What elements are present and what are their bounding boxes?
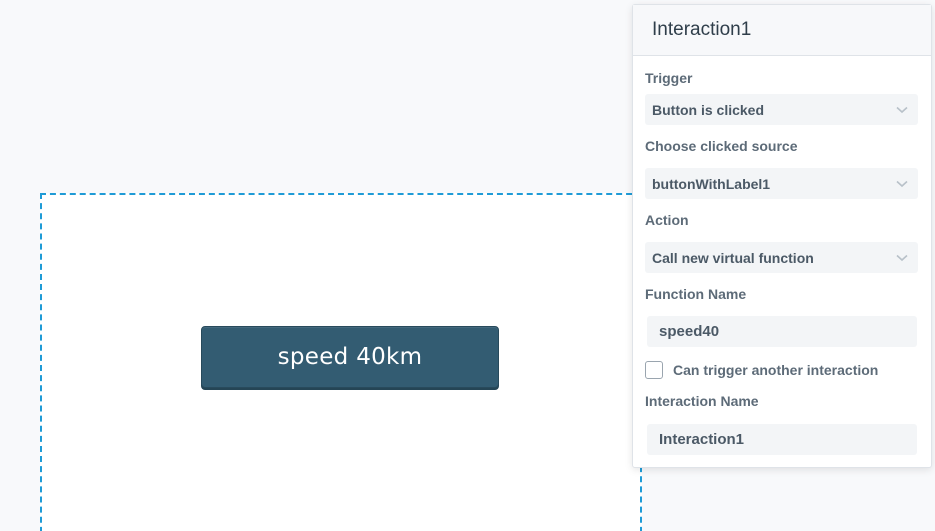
can-trigger-checkbox[interactable] (645, 361, 663, 379)
action-select[interactable]: Call new virtual function (645, 242, 918, 273)
interaction-name-input[interactable] (647, 424, 917, 455)
canvas-button-with-label[interactable]: speed 40km (201, 326, 499, 388)
action-label: Action (645, 212, 689, 228)
panel-header: Interaction1 (633, 5, 931, 56)
source-label: Choose clicked source (645, 138, 798, 154)
canvas-button-label: speed 40km (277, 344, 423, 370)
trigger-label: Trigger (645, 70, 693, 86)
chevron-down-icon (896, 106, 908, 113)
source-select[interactable]: buttonWithLabel1 (645, 168, 918, 199)
interaction-properties-panel: Interaction1 Trigger Button is clicked C… (632, 4, 932, 468)
chevron-down-icon (896, 254, 908, 261)
function-name-label: Function Name (645, 286, 747, 302)
action-select-value: Call new virtual function (652, 249, 814, 266)
source-select-value: buttonWithLabel1 (652, 175, 771, 192)
can-trigger-row[interactable]: Can trigger another interaction (645, 361, 878, 379)
panel-title[interactable]: Interaction1 (652, 19, 751, 41)
trigger-select-value: Button is clicked (652, 101, 765, 118)
trigger-select[interactable]: Button is clicked (645, 94, 918, 125)
chevron-down-icon (896, 180, 908, 187)
designer-stage: speed 40km Interaction1 Trigger Button i… (0, 0, 935, 531)
interaction-name-label: Interaction Name (645, 393, 759, 409)
can-trigger-label: Can trigger another interaction (673, 362, 879, 378)
function-name-input[interactable] (647, 316, 917, 347)
